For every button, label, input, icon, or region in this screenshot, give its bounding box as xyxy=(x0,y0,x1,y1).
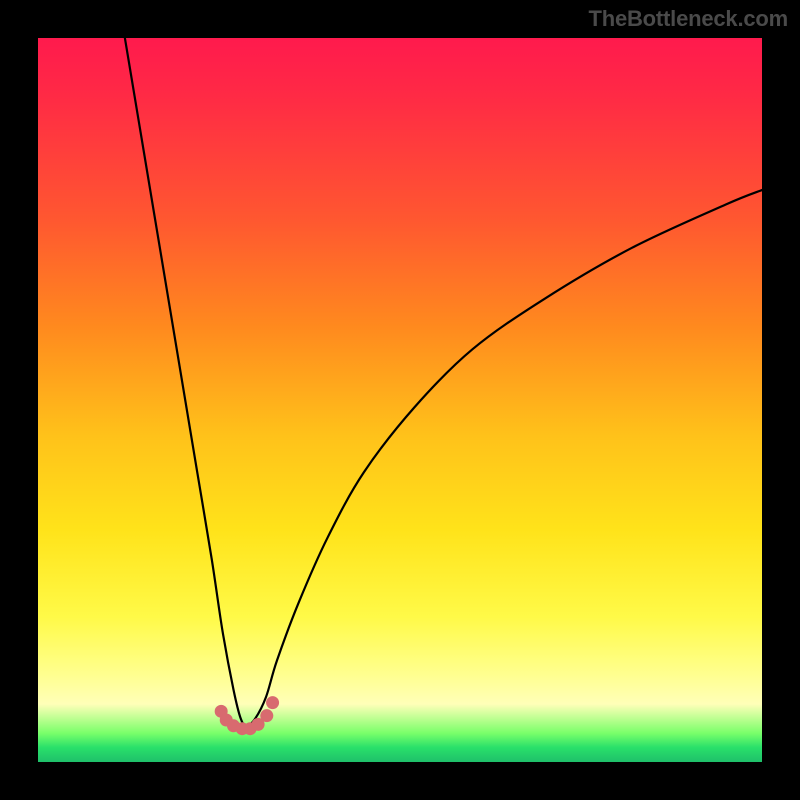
chart-svg xyxy=(38,38,762,762)
marker-dot xyxy=(266,696,279,709)
marker-dot xyxy=(260,709,273,722)
plot-area xyxy=(38,38,762,762)
marker-dots xyxy=(215,696,279,735)
curve-layer xyxy=(125,38,762,726)
watermark-text: TheBottleneck.com xyxy=(588,6,788,32)
bottleneck-curve-path xyxy=(125,38,762,726)
chart-frame: TheBottleneck.com xyxy=(0,0,800,800)
